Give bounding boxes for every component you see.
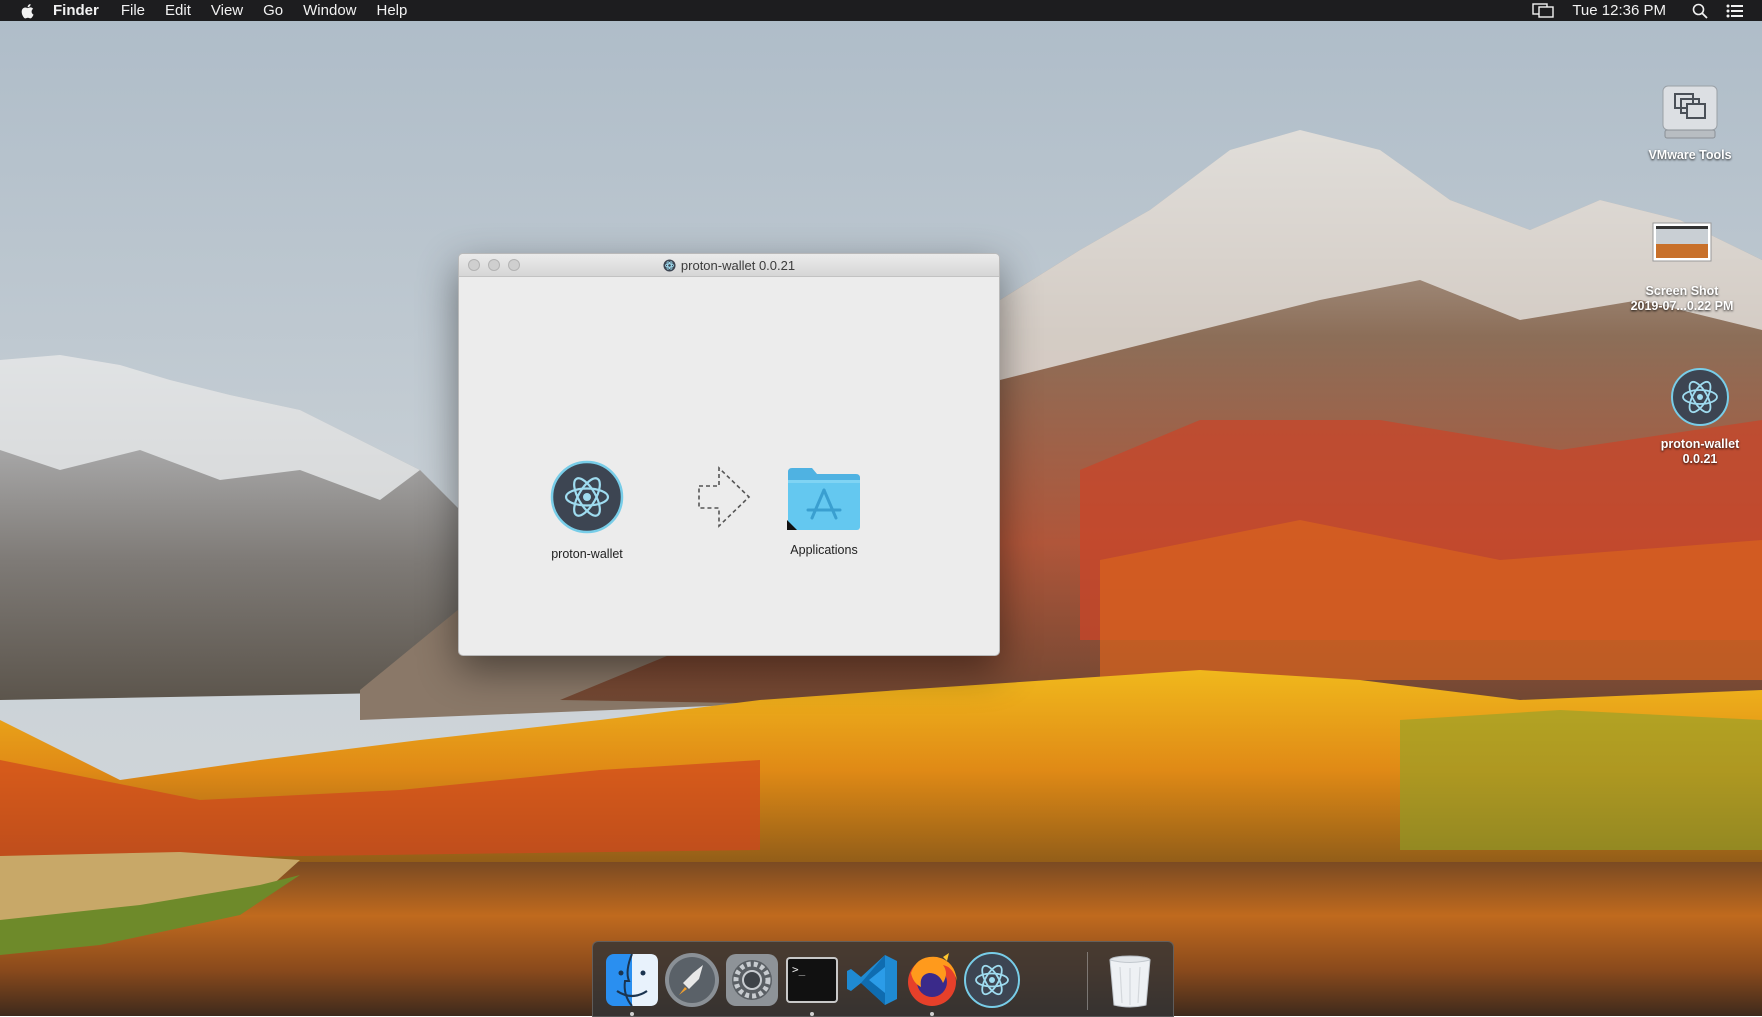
menu-edit[interactable]: Edit [165, 2, 191, 19]
window-controls [468, 259, 520, 271]
dock-launchpad-icon[interactable] [663, 951, 721, 1009]
desktop-icon-vmware-tools[interactable]: VMware Tools [1630, 82, 1750, 163]
menu-bar: Finder File Edit View Go Window Help Tue… [0, 0, 1762, 21]
running-indicator [810, 1012, 814, 1016]
dmg-app-icon-proton-wallet[interactable]: proton-wallet [527, 460, 647, 561]
window-titlebar[interactable]: proton-wallet 0.0.21 [459, 254, 999, 277]
dock-separator [1087, 952, 1088, 1010]
dock-firefox-icon[interactable] [903, 951, 961, 1009]
dmg-app-label: proton-wallet [551, 547, 623, 561]
disk-drive-icon [1662, 85, 1718, 139]
dmg-finder-window[interactable]: proton-wallet 0.0.21 proton-wallet Appli… [458, 253, 1000, 656]
notification-center-icon[interactable] [1726, 4, 1744, 18]
dock-proton-wallet-icon[interactable] [963, 951, 1021, 1009]
dock-terminal-icon[interactable]: >_ [783, 951, 841, 1009]
desktop-icon-proton-wallet[interactable]: proton-wallet 0.0.21 [1640, 367, 1760, 467]
dmg-applications-folder[interactable]: Applications [764, 460, 884, 557]
desktop-icon-label: VMware Tools [1648, 148, 1732, 162]
dock-vscode-icon[interactable] [843, 951, 901, 1009]
running-indicator [930, 1012, 934, 1016]
menu-window[interactable]: Window [303, 2, 356, 19]
menu-clock[interactable]: Tue 12:36 PM [1572, 2, 1666, 19]
zoom-button[interactable] [508, 259, 520, 271]
dock-system-preferences-icon[interactable] [723, 951, 781, 1009]
electron-atom-icon [550, 460, 624, 534]
menu-go[interactable]: Go [263, 2, 283, 19]
dmg-applications-label: Applications [790, 543, 858, 557]
desktop-icon-label: 0.0.21 [1682, 452, 1718, 466]
dock-trash-icon[interactable] [1101, 951, 1159, 1009]
electron-atom-icon [1671, 368, 1729, 426]
menu-app-finder[interactable]: Finder [53, 2, 99, 19]
desktop-icon-label: Screen Shot [1645, 284, 1719, 298]
minimize-button[interactable] [488, 259, 500, 271]
desktop-icon-screen-shot[interactable]: Screen Shot 2019-07...0.22 PM [1620, 222, 1744, 314]
display-mirroring-icon[interactable] [1532, 2, 1555, 19]
dock-finder-icon[interactable] [603, 951, 661, 1009]
desktop-icon-label: proton-wallet [1660, 437, 1740, 451]
screenshot-thumbnail-icon [1652, 222, 1712, 262]
menu-help[interactable]: Help [377, 2, 408, 19]
dock: >_ [592, 941, 1174, 1017]
svg-text:>_: >_ [792, 963, 806, 976]
desktop-icon-label: 2019-07...0.22 PM [1630, 299, 1734, 313]
dashed-arrow-icon [698, 466, 751, 528]
apple-icon[interactable] [19, 2, 37, 20]
spotlight-icon[interactable] [1692, 3, 1708, 19]
electron-atom-icon [663, 258, 676, 272]
window-title: proton-wallet 0.0.21 [680, 257, 796, 273]
applications-folder-icon [787, 468, 860, 530]
menu-view[interactable]: View [211, 2, 243, 19]
close-button[interactable] [468, 259, 480, 271]
running-indicator [630, 1012, 634, 1016]
menu-file[interactable]: File [121, 2, 145, 19]
